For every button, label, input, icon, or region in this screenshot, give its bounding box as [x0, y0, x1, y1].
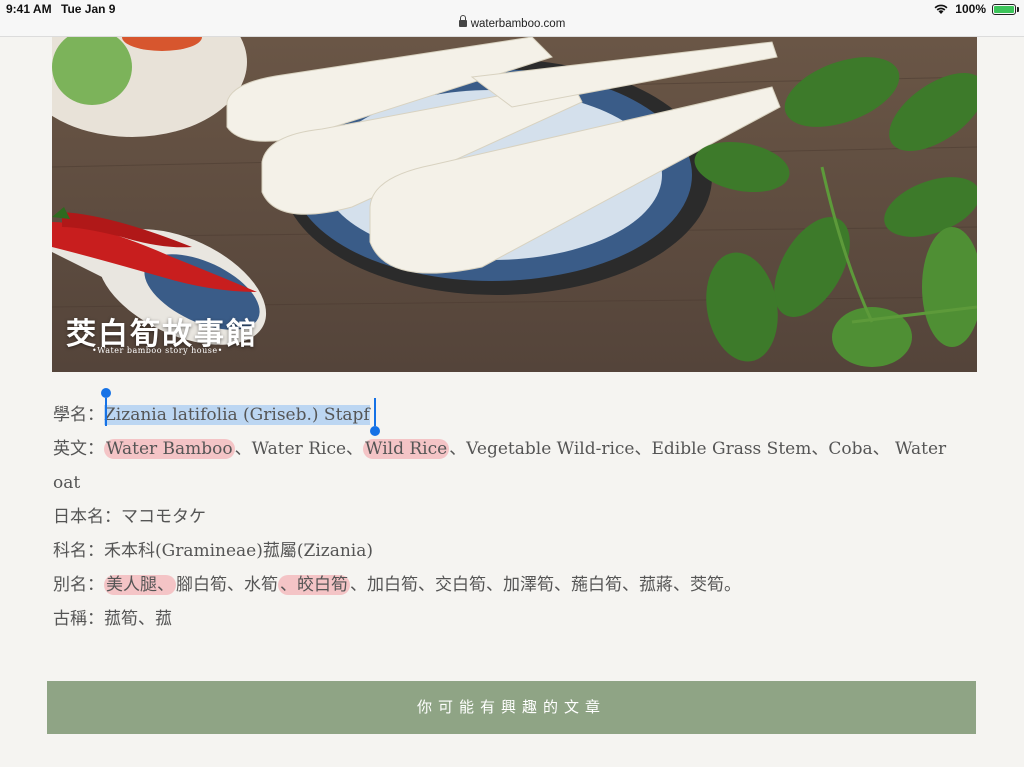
japanese-value: マコモタケ	[121, 507, 206, 527]
japanese-label: 日本名：	[53, 507, 121, 527]
ancient-name-row: 古稱：菰筍、菰	[53, 602, 172, 636]
english-highlight-2: Wild Rice	[363, 439, 450, 459]
status-time: 9:41 AM	[6, 2, 52, 16]
family-name-row: 科名：禾本科(Gramineae)菰屬(Zizania)	[53, 534, 373, 568]
hero-subtitle: •Water bamboo story house•	[92, 346, 223, 355]
alias-row: 別名： 美人腿、 腳白筍、水筍 、皎白筍 、加白筍、交白筍、加澤筍、葹白筍、菰蔣、茭筍。	[53, 568, 741, 602]
selection-start-handle[interactable]	[101, 388, 111, 426]
family-value: 禾本科(Gramineae)菰屬(Zizania)	[104, 541, 373, 561]
alias-part-2: 腳白筍、水筍	[176, 575, 278, 595]
japanese-name-row: 日本名：マコモタケ	[53, 500, 206, 534]
battery-percent: 100%	[955, 2, 986, 16]
ancient-label: 古稱：	[53, 609, 104, 629]
family-label: 科名：	[53, 541, 104, 561]
address-bar[interactable]: waterbamboo.com	[0, 15, 1024, 30]
alias-part-4: 、加白筍、交白筍、加澤筍、葹白筍、菰蔣、茭筍。	[350, 575, 741, 595]
ancient-value: 菰筍、菰	[104, 609, 172, 629]
scientific-value[interactable]: Zizania latifolia (Griseb.) Stapf	[104, 405, 370, 425]
alias-label: 別名：	[53, 575, 104, 595]
wifi-icon	[934, 4, 948, 14]
english-part-4: 、Vegetable Wild-rice、Edible Grass Stem、C…	[449, 439, 947, 459]
english-name-continued: oat	[53, 473, 81, 493]
scientific-label: 學名：	[53, 405, 104, 425]
english-highlight-1: Water Bamboo	[104, 439, 235, 459]
battery-icon	[992, 3, 1019, 15]
status-bar: 9:41 AM Tue Jan 9 waterbamboo.com 100%	[0, 0, 1024, 37]
url-text: waterbamboo.com	[470, 18, 566, 30]
hero-banner: 茭白筍故事館 •Water bamboo story house•	[52, 37, 977, 372]
status-right: 100%	[933, 2, 1019, 16]
status-date: Tue Jan 9	[61, 2, 116, 16]
lock-icon	[458, 15, 467, 27]
english-label: 英文：	[53, 439, 104, 459]
scientific-name-row: 學名：Zizania latifolia (Griseb.) Stapf	[53, 398, 370, 432]
english-part-2: 、Water Rice、	[234, 439, 364, 459]
selection-end-handle[interactable]	[370, 398, 380, 436]
english-name-row: 英文： Water Bamboo 、Water Rice、 Wild Rice 、Veg…	[53, 432, 946, 466]
alias-highlight-2: 、皎白筍	[278, 575, 350, 595]
related-articles-button[interactable]: 你可能有興趣的文章	[47, 681, 976, 734]
alias-highlight-1: 美人腿、	[104, 575, 176, 595]
